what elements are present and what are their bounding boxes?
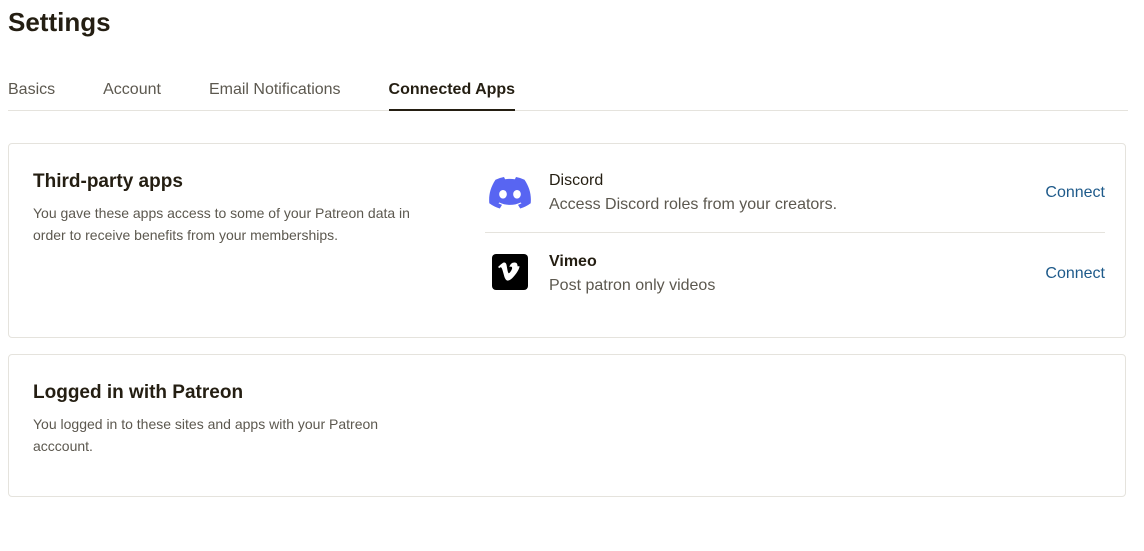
logged-in-with-patreon-description: You logged in to these sites and apps wi… xyxy=(33,416,379,454)
vimeo-icon xyxy=(489,253,531,291)
third-party-apps-card: Third-party apps You gave these apps acc… xyxy=(8,143,1126,338)
connect-discord-button[interactable]: Connect xyxy=(1045,182,1105,204)
third-party-apps-description: You gave these apps access to some of yo… xyxy=(33,205,410,243)
tab-account[interactable]: Account xyxy=(103,78,161,110)
app-description-discord: Access Discord roles from your creators. xyxy=(549,196,838,213)
page-title: Settings xyxy=(8,7,111,37)
app-description-vimeo: Post patron only videos xyxy=(549,277,716,294)
app-name-vimeo: Vimeo xyxy=(549,253,597,270)
connect-vimeo-button[interactable]: Connect xyxy=(1045,263,1105,285)
app-name-discord: Discord xyxy=(549,172,604,189)
settings-tabs: Basics Account Email Notifications Conne… xyxy=(8,78,1128,111)
tab-email-notifications[interactable]: Email Notifications xyxy=(209,78,341,110)
discord-icon xyxy=(489,174,531,212)
app-row-discord: Discord Access Discord roles from your c… xyxy=(485,160,1105,233)
app-row-vimeo: Vimeo Post patron only videos Connect xyxy=(485,233,1105,313)
tab-connected-apps[interactable]: Connected Apps xyxy=(388,78,515,111)
logged-in-with-patreon-card: Logged in with Patreon You logged in to … xyxy=(8,354,1126,497)
third-party-apps-heading: Third-party apps xyxy=(33,171,183,192)
tab-basics[interactable]: Basics xyxy=(8,78,55,110)
connected-apps-list: Discord Access Discord roles from your c… xyxy=(485,160,1105,313)
logged-in-with-patreon-heading: Logged in with Patreon xyxy=(33,382,244,403)
